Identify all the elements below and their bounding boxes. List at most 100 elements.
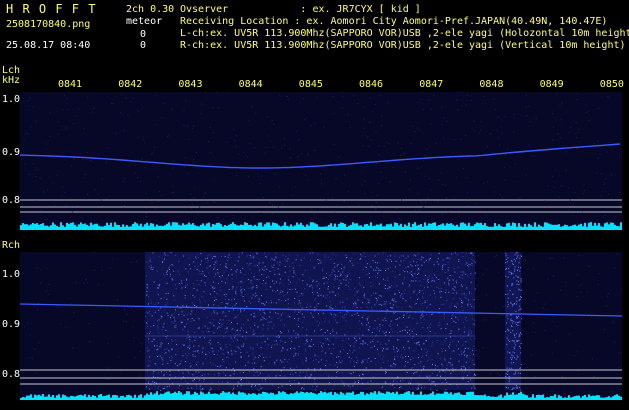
speckle-dot [228, 274, 229, 276]
lch-info-line: L-ch:ex. UV5R 113.900Mhz(SAPPORO VOR)USB… [180, 28, 629, 39]
noise-dot [27, 109, 29, 111]
noise-bar [610, 222, 612, 230]
noise-bar [570, 226, 572, 230]
speckle-dot [367, 371, 369, 373]
speckle-dot [390, 328, 392, 330]
speckle-dot [245, 364, 247, 366]
speckle-dot [460, 337, 462, 339]
speckle-dot [404, 271, 406, 273]
speckle-dot [226, 267, 228, 269]
noise-bar [448, 223, 450, 230]
speckle-dot [225, 266, 227, 268]
speckle-dot [183, 255, 185, 257]
noise-bar [276, 394, 278, 400]
noise-dot [97, 284, 99, 286]
speckle-dot [371, 331, 373, 333]
noise-dot [453, 292, 455, 294]
noise-bar [230, 393, 232, 400]
noise-bar [334, 392, 336, 400]
noise-dot [86, 159, 88, 161]
speckle-dot [268, 375, 270, 377]
speckle-dot [228, 299, 230, 301]
noise-dot [616, 254, 618, 255]
noise-dot [563, 257, 565, 259]
speckle-dot [187, 336, 189, 338]
noise-dot [433, 94, 435, 96]
speckle-dot [196, 376, 198, 378]
speckle-dot [427, 360, 429, 362]
speckle-dot [437, 325, 439, 327]
noise-dot [322, 267, 324, 269]
noise-dot [101, 178, 103, 180]
noise-bar [372, 392, 374, 400]
noise-bar [434, 394, 436, 400]
speckle-dot [222, 381, 223, 383]
speckle-dot [515, 358, 517, 360]
speckle-dot [413, 328, 415, 330]
speckle-dot [198, 327, 200, 329]
speckle-dot [164, 258, 165, 260]
noise-bar [252, 226, 254, 230]
speckle-dot [336, 371, 337, 373]
speckle-dot [196, 289, 198, 291]
speckle-dot [309, 277, 311, 279]
speckle-dot [169, 385, 170, 387]
speckle-dot [263, 356, 265, 358]
noise-dot [547, 278, 549, 280]
speckle-dot [457, 386, 459, 388]
noise-dot [91, 161, 93, 163]
noise-dot [561, 376, 563, 378]
noise-bar [564, 224, 566, 230]
noise-dot [62, 109, 64, 111]
noise-bar [358, 225, 360, 230]
speckle-dot [437, 258, 439, 260]
noise-dot [368, 146, 370, 147]
speckle-dot [273, 259, 275, 261]
speckle-dot [431, 280, 433, 282]
noise-dot [337, 205, 339, 207]
speckle-dot [157, 320, 158, 322]
speckle-dot [468, 372, 470, 374]
noise-dot [503, 167, 505, 169]
meteor-count-r: 0 [140, 40, 147, 51]
speckle-dot [145, 315, 147, 317]
speckle-dot [342, 271, 344, 273]
noise-bar [404, 224, 406, 230]
speckle-dot [166, 302, 168, 304]
speckle-dot [426, 299, 428, 301]
speckle-dot [422, 303, 424, 304]
speckle-dot [452, 279, 454, 281]
noise-bar [452, 224, 454, 230]
speckle-dot [450, 372, 452, 374]
speckle-dot [292, 288, 294, 290]
noise-bar [380, 392, 382, 400]
noise-dot [232, 265, 234, 267]
noise-dot [376, 195, 378, 196]
speckle-dot [323, 295, 324, 297]
noise-dot [588, 119, 590, 121]
speckle-dot [234, 317, 236, 319]
speckle-dot [240, 357, 242, 359]
noise-bar [378, 391, 380, 400]
rch-spectrogram [20, 252, 622, 400]
speckle-dot [370, 282, 372, 284]
noise-dot [173, 159, 174, 161]
speckle-dot [459, 298, 461, 300]
speckle-dot [191, 310, 193, 312]
speckle-dot [236, 330, 238, 332]
speckle-dot [366, 318, 368, 320]
noise-bar [172, 393, 174, 400]
speckle-dot [465, 361, 467, 363]
speckle-dot [423, 365, 425, 367]
noise-dot [369, 121, 371, 123]
speckle-dot [423, 368, 424, 370]
speckle-dot [232, 388, 234, 390]
speckle-dot [444, 292, 446, 293]
speckle-dot [301, 387, 303, 388]
speckle-dot [358, 333, 360, 335]
speckle-dot [287, 288, 289, 290]
speckle-dot [366, 303, 367, 305]
noise-dot [296, 282, 298, 284]
speckle-dot [394, 293, 396, 295]
speckle-dot [283, 375, 285, 377]
